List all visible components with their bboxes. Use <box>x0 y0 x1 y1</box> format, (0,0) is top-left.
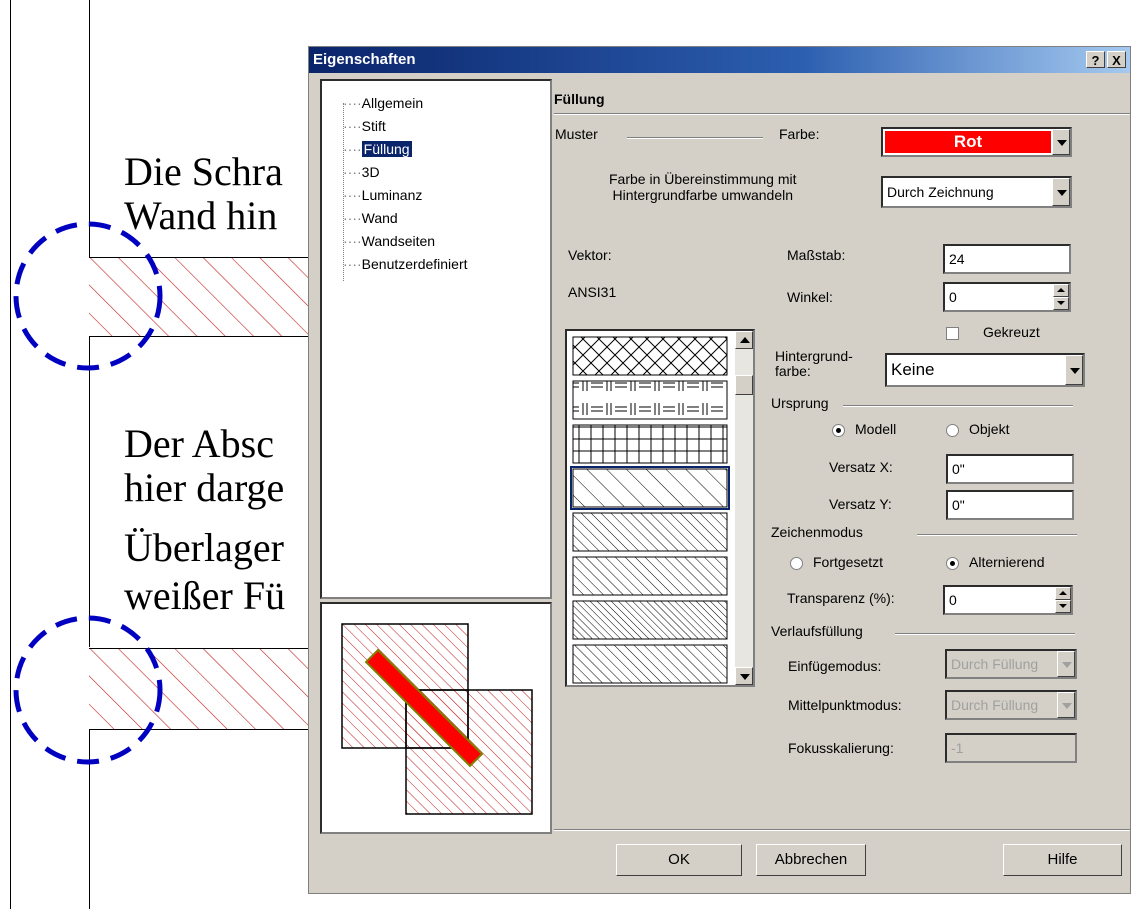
vektor-value: ANSI31 <box>568 284 617 300</box>
tree-item-fuellung[interactable]: ···· Füllung <box>343 141 412 157</box>
convert-label: Farbe in Übereinstimmung mit Hintergrund… <box>609 171 797 203</box>
gekreuzt-checkbox[interactable] <box>946 327 959 340</box>
farbe-select[interactable]: Rot <box>881 127 1072 157</box>
farbe-swatch: Rot <box>885 131 1051 153</box>
ursprung-label: Ursprung <box>771 395 829 411</box>
modell-label: Modell <box>855 421 897 437</box>
tree-item-stift[interactable]: ····Stift <box>343 118 386 134</box>
farbe-label: Farbe: <box>779 126 820 142</box>
winkel-label: Winkel: <box>787 289 833 305</box>
pattern-swatches <box>570 336 730 684</box>
doc-text-line: Überlager <box>124 525 284 570</box>
verlauf-line <box>895 633 1075 635</box>
fortgesetzt-label: Fortgesetzt <box>813 554 884 570</box>
muster-line <box>627 137 763 139</box>
transparenz-spinner[interactable] <box>1055 587 1071 613</box>
einfuege-select: Durch Füllung <box>945 649 1077 679</box>
massstab-input[interactable]: 24 <box>943 244 1071 274</box>
tree-item-allgemein[interactable]: ····Allgemein <box>343 95 423 111</box>
fokus-input: -1 <box>945 733 1077 763</box>
convert-select[interactable]: Durch Zeichnung <box>881 176 1072 208</box>
section-title: Füllung <box>554 91 605 107</box>
bottom-divider <box>554 829 1130 831</box>
ok-button[interactable]: OK <box>616 844 742 876</box>
tree-item-luminanz[interactable]: ····Luminanz <box>343 187 422 203</box>
pattern-scrollbar[interactable] <box>735 331 753 685</box>
modell-radio[interactable] <box>832 424 845 437</box>
scroll-up-button[interactable] <box>735 331 753 349</box>
abbrechen-button[interactable]: Abbrechen <box>756 844 866 876</box>
alternierend-label: Alternierend <box>969 554 1045 570</box>
chevron-down-icon <box>1057 651 1075 677</box>
versatz-y-input[interactable]: 0" <box>946 490 1074 520</box>
muster-label: Muster <box>555 126 598 142</box>
alternierend-radio[interactable] <box>946 557 959 570</box>
tree-item-wandseiten[interactable]: ····Wandseiten <box>343 233 435 249</box>
versatz-x-label: Versatz X: <box>829 459 893 475</box>
hintergrund-select[interactable]: Keine <box>885 353 1085 387</box>
category-tree: ····Allgemein ····Stift ···· Füllung ····… <box>320 79 552 599</box>
tree-item-wand[interactable]: ····Wand <box>343 210 398 226</box>
chevron-down-icon <box>1057 692 1075 718</box>
versatz-y-label: Versatz Y: <box>829 496 892 512</box>
dashed-circle-highlight <box>13 221 163 371</box>
preview-graphic <box>341 623 533 815</box>
versatz-x-input[interactable]: 0" <box>946 454 1074 484</box>
tree-item-3d[interactable]: ····3D <box>343 164 380 180</box>
close-title-button[interactable]: X <box>1107 51 1126 68</box>
transparenz-input[interactable]: 0 <box>943 585 1073 615</box>
title-bar[interactable]: Eigenschaften ? X <box>309 47 1130 73</box>
scroll-down-button[interactable] <box>735 667 753 685</box>
doc-text-line: weißer Fü <box>124 573 286 618</box>
fokus-label: Fokusskalierung: <box>788 740 894 756</box>
doc-text-line: Die Schra <box>124 149 283 194</box>
gekreuzt-label: Gekreuzt <box>983 324 1040 340</box>
scroll-thumb[interactable] <box>735 375 753 395</box>
convert-label-line2: Hintergrundfarbe umwandeln <box>612 187 794 203</box>
tree-item-benutzerdefiniert[interactable]: ····Benutzerdefiniert <box>343 256 468 272</box>
chevron-down-icon[interactable] <box>1052 129 1070 155</box>
winkel-input[interactable]: 0 <box>943 282 1071 312</box>
ursprung-line <box>843 405 1073 407</box>
chevron-down-icon[interactable] <box>1065 355 1083 385</box>
hintergrund-label-line1: Hintergrund- <box>775 348 853 364</box>
dialog-title: Eigenschaften <box>313 51 416 68</box>
transparenz-label: Transparenz (%): <box>787 590 895 606</box>
objekt-radio[interactable] <box>946 424 959 437</box>
verlauf-label: Verlaufsfüllung <box>771 623 863 639</box>
doc-text-line: Der Absc <box>124 421 274 466</box>
mittelpunkt-label: Mittelpunktmodus: <box>788 697 902 713</box>
objekt-label: Objekt <box>969 421 1010 437</box>
doc-text-line: hier darge <box>124 465 285 510</box>
hilfe-button[interactable]: Hilfe <box>1003 844 1122 876</box>
hintergrund-label-line2: farbe: <box>775 363 811 379</box>
section-divider <box>554 113 1130 115</box>
massstab-label: Maßstab: <box>787 247 846 263</box>
fortgesetzt-radio[interactable] <box>790 557 803 570</box>
pattern-list[interactable] <box>565 329 755 687</box>
doc-text-line: Wand hin <box>124 193 278 238</box>
zeichenmodus-label: Zeichenmodus <box>771 524 863 540</box>
vektor-label: Vektor: <box>568 247 612 263</box>
zeichenmodus-line <box>917 534 1077 536</box>
wall-edge-line <box>89 337 90 647</box>
help-title-button[interactable]: ? <box>1086 51 1105 68</box>
dashed-circle-highlight <box>13 615 163 765</box>
chevron-down-icon[interactable] <box>1052 178 1070 206</box>
convert-label-line1: Farbe in Übereinstimmung mit <box>609 171 797 187</box>
winkel-spinner[interactable] <box>1053 284 1069 310</box>
properties-dialog: Eigenschaften ? X ····Allgemein ····Stif… <box>308 46 1131 894</box>
fill-preview <box>320 602 552 834</box>
einfuege-label: Einfügemodus: <box>788 658 882 674</box>
mittelpunkt-select: Durch Füllung <box>945 690 1077 720</box>
hintergrund-label: Hintergrund- farbe: <box>775 349 853 379</box>
